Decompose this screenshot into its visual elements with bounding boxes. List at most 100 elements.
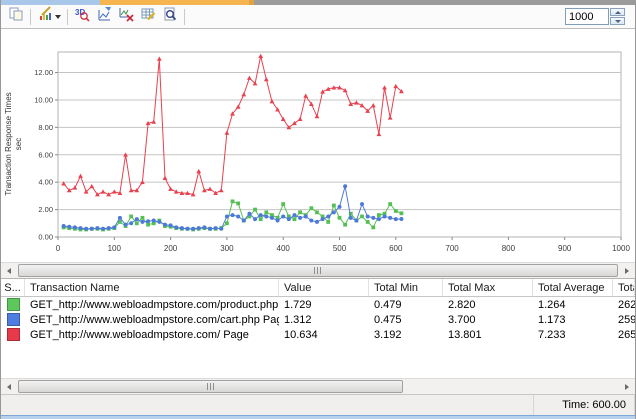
- cell-value: 1.312: [284, 313, 312, 326]
- chevron-down-icon: [54, 14, 61, 19]
- cell-value: 10.634: [284, 328, 318, 341]
- status-bar: Time: 600.00: [1, 394, 635, 415]
- svg-text:2.00: 2.00: [38, 205, 53, 214]
- chart-options-button[interactable]: [93, 7, 115, 27]
- cell-total_average: 7.233: [538, 328, 566, 341]
- cell-total_min: 0.479: [374, 298, 402, 311]
- cell-total_cut: 265.0: [618, 328, 635, 341]
- svg-text:10.00: 10.00: [34, 95, 53, 104]
- cell-name: GET_http://www.webloadmpstore.com/produc…: [30, 298, 279, 311]
- grip-icon: [314, 267, 322, 274]
- scroll-left-button[interactable]: [1, 379, 17, 394]
- column-header-total_cut[interactable]: Tota: [613, 279, 635, 296]
- scrollbar-track[interactable]: [17, 379, 619, 394]
- copy-button[interactable]: [5, 7, 27, 27]
- cell-total_min: 3.192: [374, 328, 402, 341]
- cell-total_average: 1.173: [538, 313, 566, 326]
- svg-text:6.00: 6.00: [38, 150, 53, 159]
- column-header-name[interactable]: Transaction Name: [25, 279, 279, 296]
- svg-text:400: 400: [277, 244, 291, 253]
- svg-text:0: 0: [56, 244, 61, 253]
- column-header-total_average[interactable]: Total Average: [533, 279, 613, 296]
- svg-text:100: 100: [108, 244, 122, 253]
- scroll-right-button[interactable]: [619, 379, 635, 394]
- cell-total_cut: 262.0: [618, 298, 635, 311]
- 3d-zoom-button[interactable]: 3D: [71, 7, 93, 27]
- scrollbar-thumb[interactable]: [18, 380, 404, 393]
- arrow-right-icon: [625, 383, 629, 390]
- time-status: Time: 600.00: [533, 395, 635, 415]
- svg-text:1000: 1000: [612, 244, 630, 253]
- scrollbar-track[interactable]: [17, 263, 619, 278]
- 3d-zoom-icon: 3D: [74, 6, 90, 27]
- column-header-value[interactable]: Value: [279, 279, 369, 296]
- svg-text:900: 900: [558, 244, 572, 253]
- chart-options-icon: [96, 6, 112, 27]
- grip-icon: [206, 383, 215, 390]
- color-settings-icon: [38, 6, 54, 27]
- cell-total_average: 1.264: [538, 298, 566, 311]
- color-settings-button[interactable]: [34, 6, 64, 27]
- table-body: GET_http://www.webloadmpstore.com/produc…: [1, 297, 635, 342]
- window-bottom-edge: [1, 415, 635, 419]
- remove-series-icon: [118, 6, 134, 27]
- chart-h-scrollbar[interactable]: [1, 262, 635, 278]
- cell-name: GET_http://www.webloadmpstore.com/ Page: [30, 328, 249, 341]
- series-color-swatch: [1, 298, 25, 311]
- scale-input[interactable]: [565, 8, 609, 25]
- svg-text:300: 300: [220, 244, 234, 253]
- scroll-right-button[interactable]: [619, 263, 635, 278]
- svg-text:0.00: 0.00: [38, 233, 53, 242]
- cell-total_max: 3.700: [448, 313, 476, 326]
- svg-text:12.00: 12.00: [34, 68, 53, 77]
- preview-icon: [162, 6, 178, 27]
- chart-toolbar: 3D: [1, 5, 635, 29]
- response-times-chart[interactable]: 0.00 2.00 4.00 6.00 8.00 10.00 12.00 0 100 200 300…: [1, 29, 636, 262]
- preview-button[interactable]: [159, 7, 181, 27]
- spin-down-button[interactable]: [610, 17, 625, 25]
- chart-panel: Transaction Response Times sec 0.00 2.00 4…: [1, 29, 635, 262]
- svg-text:8.00: 8.00: [38, 123, 53, 132]
- scroll-left-button[interactable]: [1, 263, 17, 278]
- series-color-swatch: [1, 328, 25, 341]
- arrow-down-icon: [614, 19, 621, 23]
- cell-total_min: 0.475: [374, 313, 402, 326]
- table-row[interactable]: GET_http://www.webloadmpstore.com/produc…: [1, 297, 635, 312]
- cell-total_max: 2.820: [448, 298, 476, 311]
- svg-text:700: 700: [445, 244, 459, 253]
- arrow-left-icon: [7, 267, 11, 274]
- cell-total_max: 13.801: [448, 328, 482, 341]
- spin-up-button[interactable]: [610, 8, 625, 16]
- series-color-swatch: [1, 313, 25, 326]
- table-row[interactable]: GET_http://www.webloadmpstore.com/ Page 1…: [1, 327, 635, 342]
- svg-text:600: 600: [389, 244, 403, 253]
- svg-text:800: 800: [502, 244, 516, 253]
- y-axis-title: Transaction Response Times sec: [4, 92, 23, 196]
- table-h-scrollbar[interactable]: [1, 378, 635, 394]
- edit-table-icon: [140, 6, 156, 27]
- remove-series-button[interactable]: [115, 7, 137, 27]
- table-header[interactable]: S... Transaction Name Value Total Min Total …: [1, 279, 635, 297]
- toolbar-separator: [30, 8, 31, 25]
- arrow-up-icon: [614, 10, 621, 14]
- edit-table-button[interactable]: [137, 7, 159, 27]
- table-empty-area: [1, 342, 635, 378]
- table-row[interactable]: GET_http://www.webloadmpstore.com/cart.p…: [1, 312, 635, 327]
- cell-total_cut: 259.0: [618, 313, 635, 326]
- svg-text:200: 200: [164, 244, 178, 253]
- svg-text:500: 500: [333, 244, 347, 253]
- column-header-swatch[interactable]: S...: [1, 279, 25, 296]
- copy-icon: [8, 6, 24, 27]
- toolbar-separator: [67, 8, 68, 25]
- arrow-right-icon: [625, 267, 629, 274]
- scrollbar-thumb[interactable]: [18, 264, 618, 277]
- svg-text:4.00: 4.00: [38, 178, 53, 187]
- toolbar-separator: [184, 8, 185, 25]
- scale-spinner: [565, 8, 625, 25]
- column-header-total_min[interactable]: Total Min: [369, 279, 443, 296]
- column-header-total_max[interactable]: Total Max: [443, 279, 533, 296]
- cell-name: GET_http://www.webloadmpstore.com/cart.p…: [30, 313, 279, 326]
- cell-value: 1.729: [284, 298, 312, 311]
- transactions-table: S... Transaction Name Value Total Min Total …: [1, 278, 635, 378]
- report-window: 3D 1000 Transaction Response Times sec 0…: [0, 0, 636, 419]
